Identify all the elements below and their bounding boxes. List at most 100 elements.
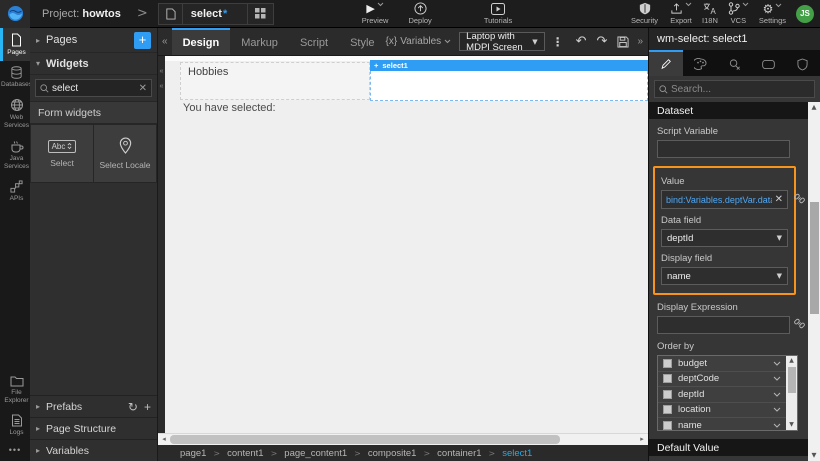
collapse-left-panel-icon[interactable]: « [158,36,172,47]
move-handle-icon[interactable]: + [374,61,378,70]
deploy-button[interactable]: Deploy [408,2,431,25]
breadcrumb-item[interactable]: composite1 [368,448,417,459]
sidebar-item-web-services[interactable]: Web Services [0,93,30,134]
more-options-icon[interactable]: ••• [0,441,30,461]
widget-tile-select-locale[interactable]: Select Locale [94,125,156,182]
variables-section-header[interactable]: ▸ Variables [30,439,157,461]
data-field-select[interactable]: deptId ▼ [661,229,788,247]
collapse-right-panel-icon[interactable]: » [634,36,648,47]
tab-properties[interactable] [649,50,683,76]
order-by-option-deptcode[interactable]: deptCode [658,372,786,388]
scrollbar-thumb[interactable] [810,202,819,314]
dataset-section-header[interactable]: Dataset [649,102,808,119]
prefabs-section-header[interactable]: ▸ Prefabs ↻ + [30,395,157,417]
order-by-option-deptid[interactable]: deptId [658,387,786,403]
user-avatar[interactable]: JS [796,5,814,23]
order-by-option-location[interactable]: location [658,403,786,419]
device-selector-dropdown[interactable]: Laptop with MDPI Screen ▼ [459,32,544,51]
breadcrumb-item[interactable]: content1 [227,448,263,459]
selection-header[interactable]: + select1 [370,60,648,71]
security-button[interactable]: Security [631,2,658,25]
open-page-tab[interactable]: select* [158,3,274,25]
chevron-down-icon[interactable] [773,361,781,366]
checkbox-unchecked[interactable] [663,374,672,383]
clear-search-icon[interactable]: ✕ [139,83,147,94]
sidebar-item-pages[interactable]: Pages [0,28,30,61]
value-bind-input[interactable]: bind:Variables.deptVar.dataSet ✕ [661,190,788,209]
tab-design[interactable]: Design [172,28,231,55]
scroll-down-arrow[interactable]: ▼ [786,420,797,430]
selected-select-widget[interactable]: + select1 [370,60,648,101]
scroll-up-arrow[interactable]: ▲ [808,102,820,113]
chevron-down-icon[interactable] [773,376,781,381]
checkbox-unchecked[interactable] [663,390,672,399]
canvas-caption-label[interactable]: Hobbies [180,62,370,100]
undo-icon[interactable]: ↶ [571,35,592,48]
widget-tile-select[interactable]: Abc Select [31,125,93,182]
scroll-left-arrow[interactable]: ◂ [158,434,170,445]
add-prefab-icon[interactable]: + [144,400,151,414]
chevron-down-icon[interactable] [773,423,781,428]
breadcrumb-item-active[interactable]: select1 [502,448,532,459]
order-by-option-budget[interactable]: budget [658,356,786,372]
tab-style[interactable]: Style [339,28,385,55]
vcs-button[interactable]: VCS [728,2,749,25]
export-button[interactable]: Export [670,2,692,25]
bind-link-icon[interactable] [794,193,805,204]
variables-menu[interactable]: {x} Variables [386,36,452,47]
tutorials-button[interactable]: Tutorials [484,3,512,25]
scrollbar-thumb[interactable] [788,367,796,393]
add-page-button[interactable]: + [134,32,151,49]
widget-search-input[interactable] [52,83,139,94]
sidebar-item-logs[interactable]: Logs [0,409,30,441]
tab-styles[interactable] [683,50,717,76]
tab-events[interactable] [717,50,751,76]
pages-section-header[interactable]: ▸ Pages + [30,28,157,53]
wavemaker-logo[interactable] [0,0,30,28]
refresh-icon[interactable]: ↻ [128,400,138,414]
property-search-input[interactable] [671,84,810,95]
redo-icon[interactable]: ↷ [592,35,613,48]
display-field-select[interactable]: name ▼ [661,267,788,285]
grid-view-icon[interactable] [247,4,273,24]
checkbox-unchecked[interactable] [663,421,672,430]
checkbox-unchecked[interactable] [663,405,672,414]
sidebar-item-file-explorer[interactable]: File Explorer [0,370,30,409]
tab-script[interactable]: Script [289,28,339,55]
tab-security[interactable] [786,50,820,76]
sidebar-item-java-services[interactable]: Java Services [0,135,30,175]
checkbox-unchecked[interactable] [663,359,672,368]
clear-binding-icon[interactable]: ✕ [775,194,783,205]
settings-button[interactable]: ⚙ Settings [759,3,786,25]
breadcrumb-item[interactable]: page_content1 [284,448,347,459]
display-expression-input[interactable] [657,316,790,334]
sidebar-item-apis[interactable]: APIs [0,175,30,207]
chevron-down-icon[interactable] [773,407,781,412]
select-widget-body[interactable] [370,71,648,101]
breadcrumb-item[interactable]: page1 [180,448,206,459]
canvas-left-gutter[interactable]: «« [158,56,165,433]
scroll-right-arrow[interactable]: ▸ [636,434,648,445]
scrollbar-thumb[interactable] [170,435,560,444]
bind-link-icon[interactable] [794,318,805,329]
breadcrumb-item[interactable]: container1 [437,448,481,459]
properties-scrollbar[interactable]: ▲ ▼ [808,102,820,461]
tab-markup[interactable]: Markup [230,28,289,55]
preview-button[interactable]: ▶ Preview [362,2,389,25]
design-canvas[interactable]: «« Hobbies + select1 You have selected: [158,56,648,433]
order-by-option-name[interactable]: name [658,418,786,431]
scroll-up-arrow[interactable]: ▲ [786,356,797,366]
i18n-button[interactable]: A I18N [702,2,718,25]
script-variable-input[interactable] [657,140,790,158]
kebab-menu-icon[interactable]: ⋮ [545,35,571,49]
default-value-section-header[interactable]: Default Value [649,439,808,456]
chevron-down-icon[interactable] [773,392,781,397]
scroll-down-arrow[interactable]: ▼ [808,450,820,461]
save-icon[interactable] [612,36,634,48]
page-structure-section-header[interactable]: ▸ Page Structure [30,417,157,439]
sidebar-item-databases[interactable]: Databases [0,61,30,93]
tab-device[interactable] [752,50,786,76]
canvas-horizontal-scrollbar[interactable]: ◂ ▸ [158,433,648,445]
widgets-section-header[interactable]: ▾ Widgets [30,53,157,75]
order-by-scrollbar[interactable]: ▲ ▼ [786,356,797,430]
